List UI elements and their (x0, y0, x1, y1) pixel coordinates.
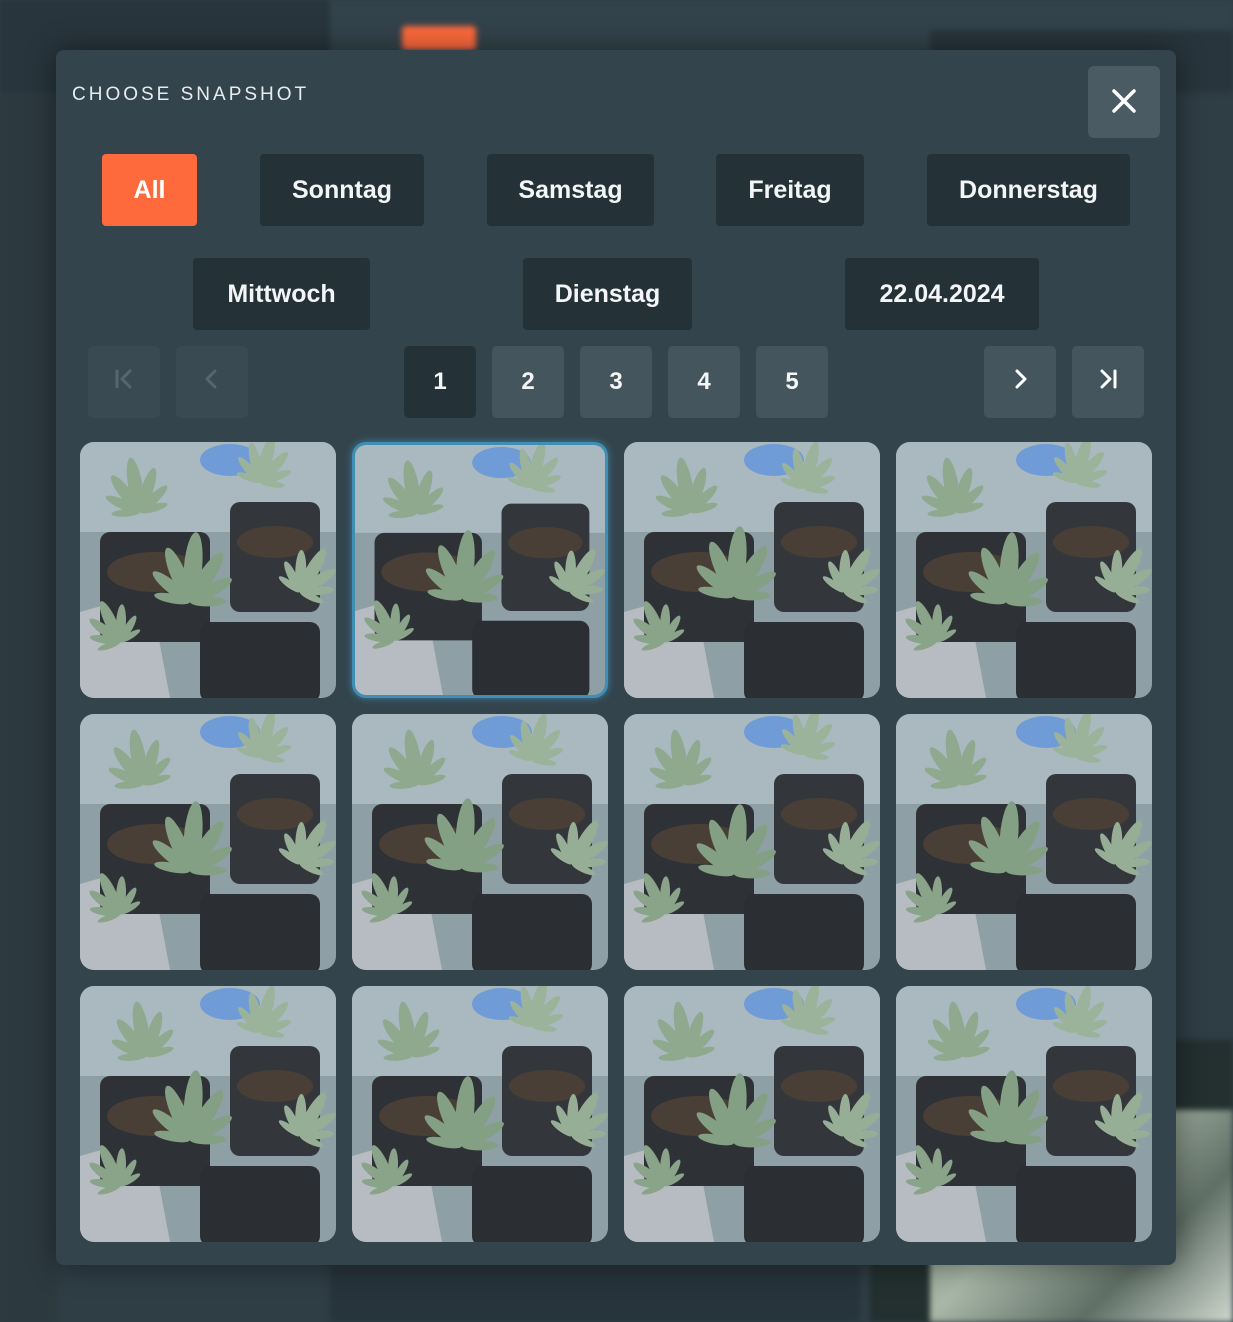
page-button-5[interactable]: 5 (756, 346, 828, 418)
plant-photo (624, 442, 880, 698)
page-button-4[interactable]: 4 (668, 346, 740, 418)
filter-freitag-button[interactable]: Freitag (716, 154, 864, 226)
snapshot-thumbnail[interactable] (80, 986, 336, 1242)
last-page-button[interactable] (1072, 346, 1144, 418)
first-page-icon (111, 366, 137, 399)
modal-title: CHOOSE SNAPSHOT (72, 84, 310, 105)
plant-photo (355, 445, 605, 695)
first-page-button[interactable] (88, 346, 160, 418)
filter-sonntag-button[interactable]: Sonntag (260, 154, 424, 226)
choose-snapshot-modal: CHOOSE SNAPSHOT All Sonntag Samstag Frei… (56, 50, 1176, 1265)
snapshot-thumbnail[interactable] (352, 986, 608, 1242)
next-page-icon (1007, 366, 1033, 399)
next-page-button[interactable] (984, 346, 1056, 418)
plant-photo (896, 986, 1152, 1242)
plant-photo (624, 714, 880, 970)
background-accent-button (402, 26, 476, 50)
plant-photo (624, 986, 880, 1242)
plant-photo (896, 442, 1152, 698)
snapshot-thumbnail[interactable] (624, 442, 880, 698)
filter-mittwoch-button[interactable]: Mittwoch (193, 258, 370, 330)
snapshot-thumbnail[interactable] (352, 442, 608, 698)
background-sidebar (0, 92, 56, 1322)
page-button-1[interactable]: 1 (404, 346, 476, 418)
snapshot-thumbnail[interactable] (624, 714, 880, 970)
snapshot-thumbnail[interactable] (80, 714, 336, 970)
snapshot-thumbnail[interactable] (80, 442, 336, 698)
snapshot-thumbnail[interactable] (896, 714, 1152, 970)
filter-date-button[interactable]: 22.04.2024 (845, 258, 1039, 330)
snapshot-thumbnail[interactable] (352, 714, 608, 970)
background-panel (330, 1265, 860, 1322)
previous-page-icon (199, 366, 225, 399)
plant-photo (80, 986, 336, 1242)
snapshot-thumbnail[interactable] (896, 442, 1152, 698)
filter-all-button[interactable]: All (102, 154, 197, 226)
snapshot-thumbnail[interactable] (624, 986, 880, 1242)
plant-photo (896, 714, 1152, 970)
plant-photo (352, 714, 608, 970)
close-button[interactable] (1088, 66, 1160, 138)
plant-photo (352, 986, 608, 1242)
plant-photo (80, 442, 336, 698)
page-button-3[interactable]: 3 (580, 346, 652, 418)
filter-dienstag-button[interactable]: Dienstag (523, 258, 692, 330)
previous-page-button[interactable] (176, 346, 248, 418)
last-page-icon (1095, 366, 1121, 399)
filter-donnerstag-button[interactable]: Donnerstag (927, 154, 1130, 226)
close-icon (1110, 87, 1138, 118)
filter-samstag-button[interactable]: Samstag (487, 154, 654, 226)
plant-photo (80, 714, 336, 970)
page-button-2[interactable]: 2 (492, 346, 564, 418)
snapshot-thumbnail[interactable] (896, 986, 1152, 1242)
